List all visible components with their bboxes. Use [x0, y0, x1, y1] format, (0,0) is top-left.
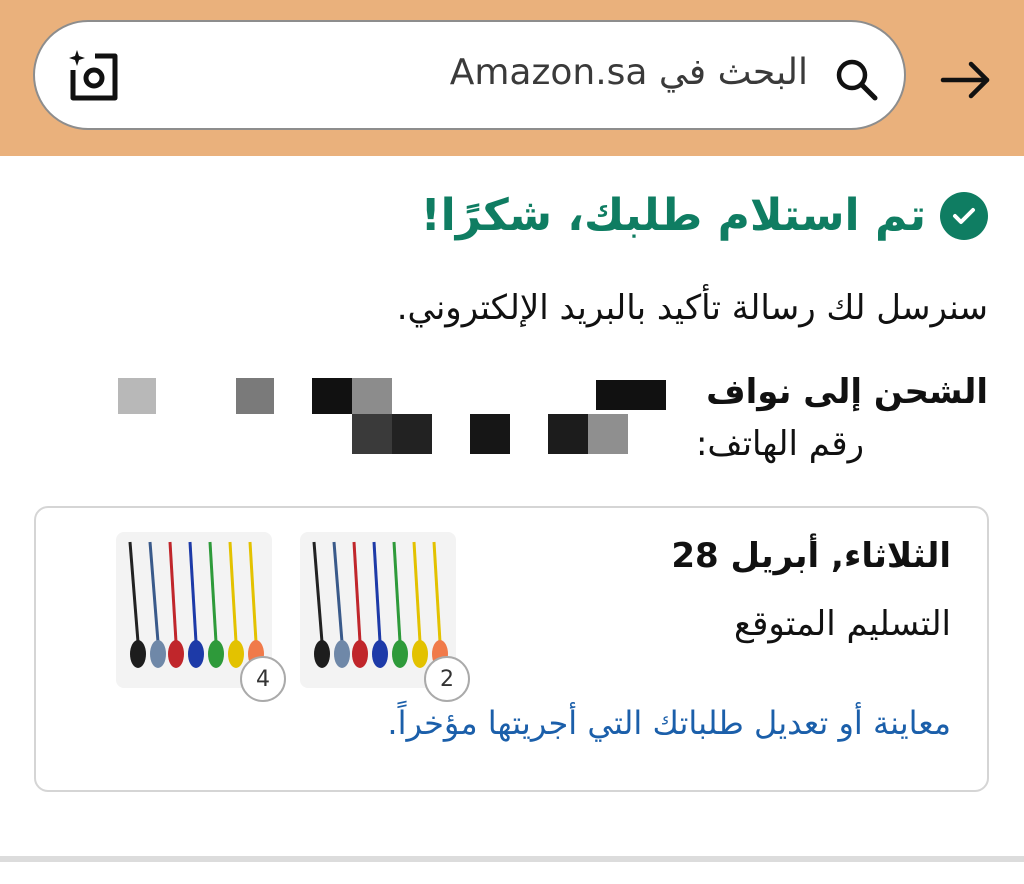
- redaction-block: [588, 414, 628, 454]
- redaction-block: [236, 378, 274, 414]
- confirmation-header: تم استلام طلبك، شكرًا!: [421, 190, 988, 241]
- quantity-badge: 2: [424, 656, 470, 702]
- search-icon[interactable]: [832, 55, 880, 103]
- camera-icon[interactable]: [65, 48, 123, 106]
- redaction-block: [470, 414, 510, 454]
- quantity-badge: 4: [240, 656, 286, 702]
- redaction-block: [392, 414, 432, 454]
- redaction-block: [352, 378, 392, 414]
- redaction-block: [312, 378, 352, 414]
- product-thumbnail[interactable]: 2: [300, 532, 470, 702]
- redaction-block: [596, 380, 666, 410]
- redaction-block: [548, 414, 588, 454]
- confirmation-title: تم استلام طلبك، شكرًا!: [420, 190, 926, 241]
- delivery-date: الثلاثاء, أبريل 28: [671, 536, 951, 576]
- confirmation-subtitle: سنرسل لك رسالة تأكيد بالبريد الإلكتروني.: [396, 288, 988, 328]
- delivery-card[interactable]: الثلاثاء, أبريل 28 التسليم المتوقع 2 4 م…: [34, 506, 989, 792]
- ship-to-label: الشحن إلى نواف: [706, 372, 988, 412]
- phone-label: رقم الهاتف:: [695, 424, 864, 464]
- manage-orders-link[interactable]: معاينة أو تعديل طلباتك التي أجريتها مؤخر…: [387, 704, 951, 742]
- check-circle-icon: [940, 191, 988, 240]
- divider: [0, 856, 1024, 862]
- arrow-right-icon[interactable]: [936, 50, 996, 110]
- app: البحث في Amazon.sa تم استلام طلبك، شكرًا…: [0, 0, 1024, 884]
- redaction-block: [352, 414, 392, 454]
- redaction-block: [118, 378, 156, 414]
- search-input[interactable]: البحث في Amazon.sa: [450, 52, 808, 93]
- product-thumbnail[interactable]: 4: [116, 532, 286, 702]
- header: البحث في Amazon.sa: [0, 0, 1024, 156]
- delivery-label: التسليم المتوقع: [734, 604, 951, 644]
- search-bar[interactable]: البحث في Amazon.sa: [33, 20, 906, 130]
